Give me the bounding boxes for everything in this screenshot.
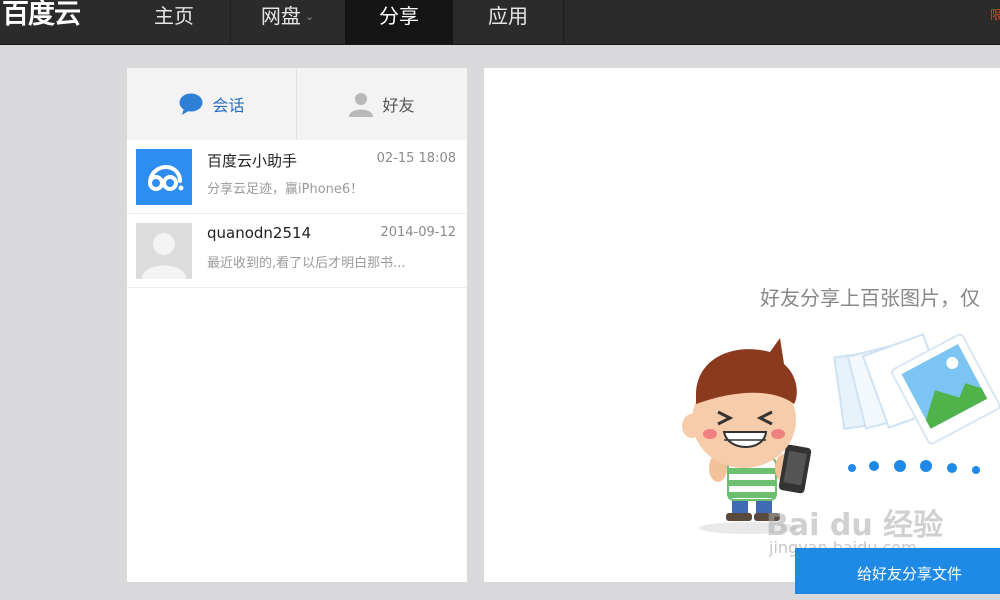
chevron-down-icon: ⌄: [304, 10, 315, 23]
nav-home[interactable]: 主页: [118, 0, 230, 44]
nav-share[interactable]: 分享: [345, 0, 453, 44]
share-file-button[interactable]: 给好友分享文件: [795, 548, 1000, 594]
tab-chat-label: 会话: [212, 96, 245, 115]
tab-chat[interactable]: 会话: [127, 68, 296, 140]
tab-friends-label: 好友: [382, 96, 415, 115]
conversation-item[interactable]: 百度云小助手 02-15 18:08 分享云足迹，赢iPhone6！: [127, 140, 467, 214]
tab-friends[interactable]: 好友: [297, 68, 466, 140]
conversation-name: quanodn2514: [207, 224, 312, 242]
share-headline: 好友分享上百张图片，仅: [760, 286, 980, 310]
photo-stack-icon: [833, 333, 1000, 445]
panel-tabs: 会话 好友: [127, 68, 467, 140]
conversation-panel: 会话 好友 百度云小助手 02-15 18:08 分享云足迹，赢iPhone6！: [127, 68, 467, 582]
share-content-panel: 好友分享上百张图片，仅 Bai du 经验 给好友分享文件: [484, 68, 1000, 594]
conversation-preview: 最近收到的,看了以后才明白那书...: [207, 256, 406, 271]
nav-divider: [563, 0, 564, 44]
default-user-avatar: [136, 223, 192, 279]
conversation-item[interactable]: quanodn2514 2014-09-12 最近收到的,看了以后才明白那书..…: [127, 214, 467, 288]
user-icon: [349, 93, 374, 117]
nav-netdisk-label: 网盘: [260, 4, 301, 28]
conversation-time: 02-15 18:08: [376, 151, 456, 166]
nav-share-label: 分享: [379, 4, 419, 28]
nav-home-label: 主页: [154, 4, 194, 28]
baidu-cloud-logo[interactable]: 百度云: [0, 0, 96, 44]
chat-bubble-icon: [179, 93, 203, 115]
conversation-time: 2014-09-12: [380, 225, 456, 240]
top-navigation-bar: 百度云 主页 网盘 ⌄ 分享 应用 限: [0, 0, 1000, 45]
nav-netdisk[interactable]: 网盘 ⌄: [231, 0, 344, 44]
conversation-preview: 分享云足迹，赢iPhone6！: [207, 182, 364, 197]
baidu-cloud-icon: [136, 149, 192, 205]
conversation-name: 百度云小助手: [207, 152, 298, 170]
nav-apps-label: 应用: [488, 4, 528, 28]
topbar-corner-text[interactable]: 限: [990, 6, 1000, 23]
nav-apps[interactable]: 应用: [453, 0, 563, 44]
